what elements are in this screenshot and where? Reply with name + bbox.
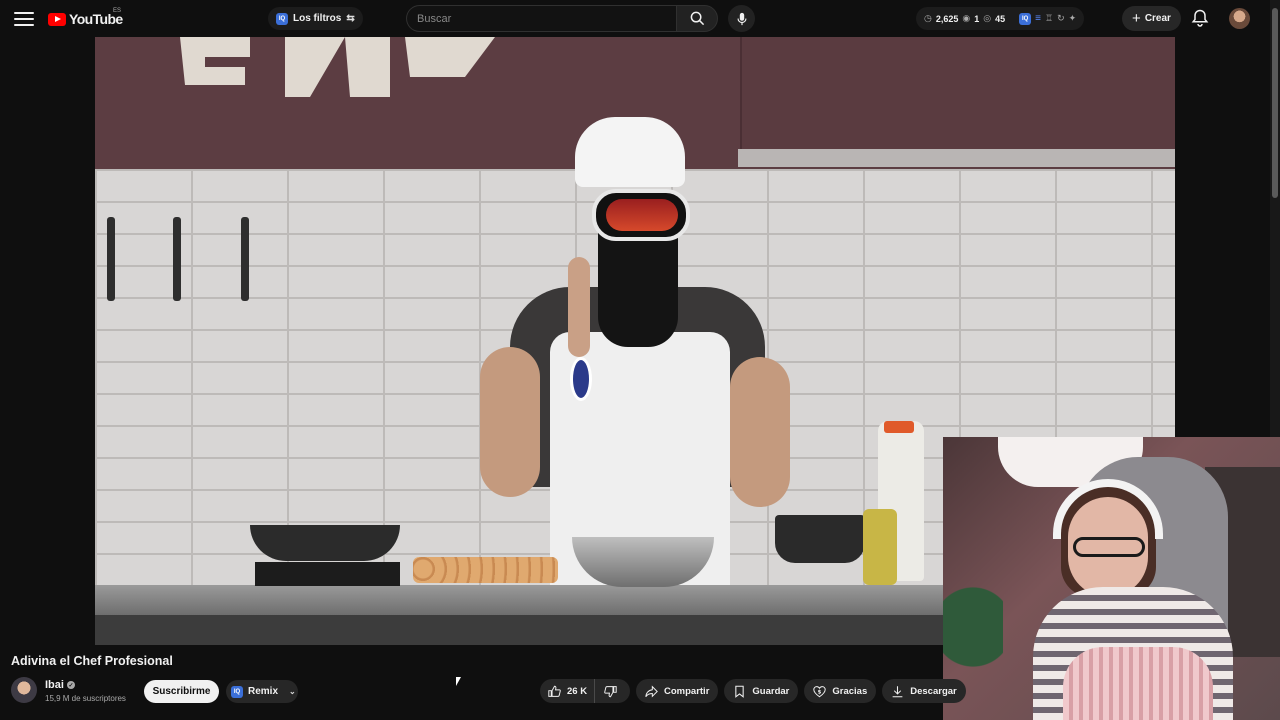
video-eggs	[413, 557, 558, 583]
filters-label: Los filtros	[293, 13, 342, 24]
subscriber-count: 15,9 M de suscriptores	[45, 694, 126, 703]
eye-outline-icon: ◎	[983, 13, 992, 23]
facecam-glasses	[1073, 537, 1145, 557]
list-icon: ≡	[1035, 13, 1041, 24]
save-label: Guardar	[752, 685, 790, 697]
video-pot	[775, 515, 865, 563]
iq-extension-icon: IQ	[276, 12, 288, 25]
like-dislike-group: 26 K	[540, 679, 630, 703]
video-stove	[255, 562, 400, 586]
svg-text:$: $	[818, 689, 822, 695]
create-label: Crear	[1144, 13, 1171, 24]
video-actions: Compartir Guardar $ Gracias Descargar	[636, 679, 966, 703]
sparkle-icon: ✦	[1068, 13, 1077, 23]
voice-search-button[interactable]	[728, 5, 755, 32]
refresh-icon: ↻	[1057, 13, 1065, 23]
mouse-cursor-icon	[456, 677, 461, 686]
plus-icon: +	[1132, 10, 1141, 27]
heart-dollar-icon: $	[813, 685, 827, 697]
eye-icon: ◉	[962, 13, 971, 23]
scrollbar-thumb[interactable]	[1272, 8, 1278, 198]
share-icon	[645, 684, 658, 698]
thanks-button[interactable]: $ Gracias	[804, 679, 877, 703]
like-button[interactable]: 26 K	[540, 679, 596, 703]
menu-icon[interactable]	[12, 8, 36, 30]
thumbs-down-icon	[604, 685, 617, 697]
stat-views-b: 45	[995, 13, 1006, 24]
download-icon	[892, 685, 903, 697]
search-button[interactable]	[676, 5, 718, 32]
youtube-logo[interactable]: YouTube	[48, 10, 123, 28]
dislike-button[interactable]	[595, 679, 626, 703]
clock-icon: ◷	[924, 13, 932, 23]
share-label: Compartir	[664, 685, 710, 697]
channel-name: Ibai	[45, 679, 64, 691]
subscribe-button[interactable]: Suscribirme	[144, 680, 219, 703]
verified-icon: ✓	[66, 681, 75, 689]
filters-button[interactable]: IQ Los filtros ⇆	[268, 7, 363, 30]
save-button[interactable]: Guardar	[724, 679, 799, 703]
video-utensil	[107, 217, 115, 301]
iq-extension-icon: IQ	[231, 685, 243, 698]
video-title: Adivina el Chef Profesional	[11, 654, 173, 668]
microphone-icon	[736, 12, 747, 25]
video-utensil	[173, 217, 181, 301]
iq-extension-icon: IQ	[1019, 12, 1032, 25]
stat-hours: 2,625	[935, 13, 959, 24]
download-label: Descargar	[910, 685, 957, 697]
video-oil-bottle	[863, 509, 897, 585]
video-sign	[180, 37, 495, 97]
channel-name-link[interactable]: Ibai ✓	[45, 679, 75, 691]
top-bar: YouTube ES IQ Los filtros ⇆ ◷ 2,625 ◉ 1 …	[0, 0, 1280, 37]
bell-icon	[1191, 9, 1209, 27]
thanks-label: Gracias	[832, 685, 868, 697]
search-icon	[690, 11, 704, 26]
remix-button[interactable]: IQ Remix ⌄	[226, 680, 298, 703]
download-button[interactable]: Descargar	[882, 679, 966, 703]
share-button[interactable]: Compartir	[636, 679, 719, 703]
facecam-pants	[1063, 647, 1213, 720]
extension-stats[interactable]: ◷ 2,625 ◉ 1 ◎ 45 IQ ≡ ♖ ↻ ✦	[916, 7, 1085, 30]
youtube-play-icon	[48, 12, 66, 26]
facecam-overlay[interactable]	[943, 437, 1280, 720]
video-utensil	[241, 217, 249, 301]
bookmark-icon	[735, 685, 745, 698]
like-count: 26 K	[567, 685, 588, 697]
video-bottle-cap	[884, 421, 914, 433]
channel-avatar[interactable]	[11, 677, 37, 703]
remix-label: Remix	[248, 686, 279, 697]
create-button[interactable]: + Crear	[1122, 6, 1181, 31]
video-pan	[250, 525, 400, 561]
tune-icon: ⇆	[346, 13, 355, 24]
search-input[interactable]	[406, 5, 676, 32]
video-cabinet	[740, 37, 1175, 149]
region-code: ES	[113, 8, 122, 14]
trophy-icon: ♖	[1044, 13, 1054, 23]
notifications-button[interactable]	[1190, 8, 1210, 28]
account-avatar[interactable]	[1229, 8, 1250, 29]
thumbs-up-icon	[548, 685, 561, 697]
chevron-down-icon: ⌄	[289, 687, 296, 696]
video-shelf	[738, 149, 1175, 167]
stat-views-a: 1	[974, 13, 980, 24]
